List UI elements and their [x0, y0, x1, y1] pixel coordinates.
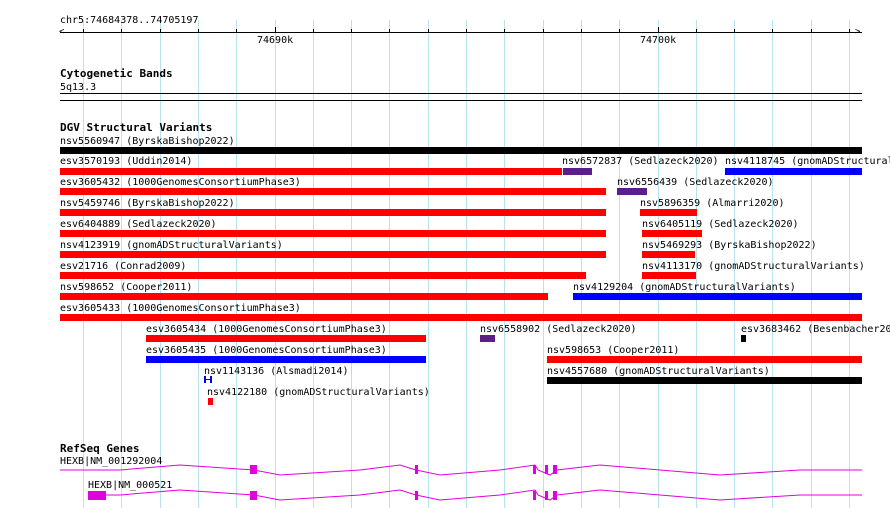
ruler-minor-tick [275, 29, 276, 33]
ruler-minor-tick [160, 29, 161, 33]
feature-bar[interactable] [563, 168, 592, 175]
feature-bar[interactable] [146, 356, 426, 363]
track-title-cytobands: Cytogenetic Bands [60, 67, 173, 80]
feature-bar[interactable] [204, 376, 212, 383]
ruler-minor-tick [466, 29, 467, 33]
feature-label: esv3605435 (1000GenomesConsortiumPhase3) [146, 345, 387, 356]
feature-label: esv3605432 (1000GenomesConsortiumPhase3) [60, 177, 301, 188]
feature-label: nsv5560947 (ByrskaBishop2022) [60, 136, 235, 147]
feature-bar[interactable] [547, 377, 862, 384]
feature-label: nsv6558902 (Sedlazeck2020) [480, 324, 637, 335]
feature-bar[interactable] [573, 293, 862, 300]
feature-label: esv6404889 (Sedlazeck2020) [60, 219, 217, 230]
transcript-exon[interactable] [533, 491, 536, 500]
transcript-exon[interactable] [415, 465, 418, 474]
feature-bar[interactable] [60, 251, 606, 258]
feature-label: nsv4557680 (gnomADStructuralVariants) [547, 366, 770, 377]
transcript-exon[interactable] [250, 465, 257, 474]
ruler-minor-tick [313, 29, 314, 33]
ruler-minor-tick [389, 29, 390, 33]
transcript-exon[interactable] [415, 491, 418, 500]
feature-bar[interactable] [617, 188, 647, 195]
track-title-dgv: DGV Structural Variants [60, 121, 213, 134]
feature-label: nsv4122180 (gnomADStructuralVariants) [207, 387, 430, 398]
ruler-minor-tick [198, 29, 199, 33]
transcript-exon[interactable] [553, 491, 557, 500]
ruler-minor-tick [83, 29, 84, 33]
ruler-minor-tick [696, 29, 697, 33]
ruler-minor-tick [772, 29, 773, 33]
feature-label: nsv5896359 (Almarri2020) [640, 198, 785, 209]
feature-bar[interactable] [547, 356, 862, 363]
feature-label: nsv6556439 (Sedlazeck2020) [617, 177, 774, 188]
feature-bar[interactable] [725, 168, 862, 175]
genome-browser-view: chr5:74684378..74705197 < > 74690k 74700… [0, 0, 890, 508]
ruler-left-arrow-icon: < [59, 27, 65, 37]
transcript-exon[interactable] [553, 465, 557, 474]
ruler-minor-tick [581, 29, 582, 33]
feature-label: nsv1143136 (Alsmadi2014) [204, 366, 349, 377]
ruler-tick-label: 74700k [640, 35, 677, 46]
cytoband-outline-top [60, 93, 862, 94]
ruler-minor-tick [236, 29, 237, 33]
feature-bar[interactable] [642, 272, 696, 279]
transcript-intron-line [88, 489, 862, 501]
ruler-minor-tick [849, 29, 850, 33]
feature-label: esv3605434 (1000GenomesConsortiumPhase3) [146, 324, 387, 335]
feature-bar[interactable] [741, 335, 746, 342]
cytoband-outline-bottom [60, 100, 862, 101]
feature-label: nsv5469293 (ByrskaBishop2022) [642, 240, 817, 251]
feature-bar[interactable] [208, 398, 213, 405]
feature-label: esv3570193 (Uddin2014) [60, 156, 193, 167]
ruler-axis [60, 32, 862, 33]
transcript-intron-line [60, 464, 862, 476]
cytoband-label: 5q13.3 [60, 82, 97, 93]
feature-label: nsv6572837 (Sedlazeck2020) [562, 156, 719, 167]
feature-label: nsv4113170 (gnomADStructuralVariants) [642, 261, 865, 272]
feature-label: nsv4129204 (gnomADStructuralVariants) [573, 282, 796, 293]
feature-bar[interactable] [60, 188, 606, 195]
feature-label: esv21716 (Conrad2009) [60, 261, 187, 272]
transcript-exon[interactable] [545, 465, 548, 474]
feature-bar[interactable] [60, 147, 862, 154]
feature-bar[interactable] [60, 209, 606, 216]
ruler-minor-tick [428, 29, 429, 33]
feature-bar-line [204, 379, 212, 380]
ruler-minor-tick [619, 29, 620, 33]
ruler-minor-tick [504, 29, 505, 33]
ruler-tick-label: 74690k [257, 35, 294, 46]
ruler-minor-tick [543, 29, 544, 33]
feature-label: esv3605433 (1000GenomesConsortiumPhase3) [60, 303, 301, 314]
ruler-right-arrow-icon: > [855, 27, 861, 37]
feature-bar[interactable] [60, 230, 606, 237]
feature-bar[interactable] [60, 168, 562, 175]
feature-bar[interactable] [60, 314, 862, 321]
ruler-minor-tick [811, 29, 812, 33]
feature-bar[interactable] [642, 251, 695, 258]
ruler-minor-tick [351, 29, 352, 33]
feature-label: nsv4123919 (gnomADStructuralVariants) [60, 240, 283, 251]
transcript-exon[interactable] [545, 491, 548, 500]
feature-label: nsv5459746 (ByrskaBishop2022) [60, 198, 235, 209]
feature-label: nsv598653 (Cooper2011) [547, 345, 680, 356]
transcript-exon[interactable] [533, 465, 536, 474]
feature-bar[interactable] [60, 293, 548, 300]
feature-label: esv3683462 (Besenbacher20 [741, 324, 890, 335]
ruler-minor-tick [658, 29, 659, 33]
track-title-refseq: RefSeq Genes [60, 442, 140, 455]
feature-bar[interactable] [642, 230, 702, 237]
feature-label: nsv6405119 (Sedlazeck2020) [642, 219, 799, 230]
ruler-minor-tick [734, 29, 735, 33]
feature-bar[interactable] [640, 209, 697, 216]
position-label: chr5:74684378..74705197 [60, 15, 199, 26]
ruler-minor-tick [121, 29, 122, 33]
feature-bar[interactable] [60, 272, 586, 279]
feature-bar[interactable] [480, 335, 495, 342]
transcript-exon[interactable] [88, 491, 106, 500]
feature-label: nsv4118745 (gnomADStructural [725, 156, 890, 167]
feature-bar[interactable] [146, 335, 426, 342]
transcript-exon[interactable] [250, 491, 257, 500]
feature-label: nsv598652 (Cooper2011) [60, 282, 193, 293]
